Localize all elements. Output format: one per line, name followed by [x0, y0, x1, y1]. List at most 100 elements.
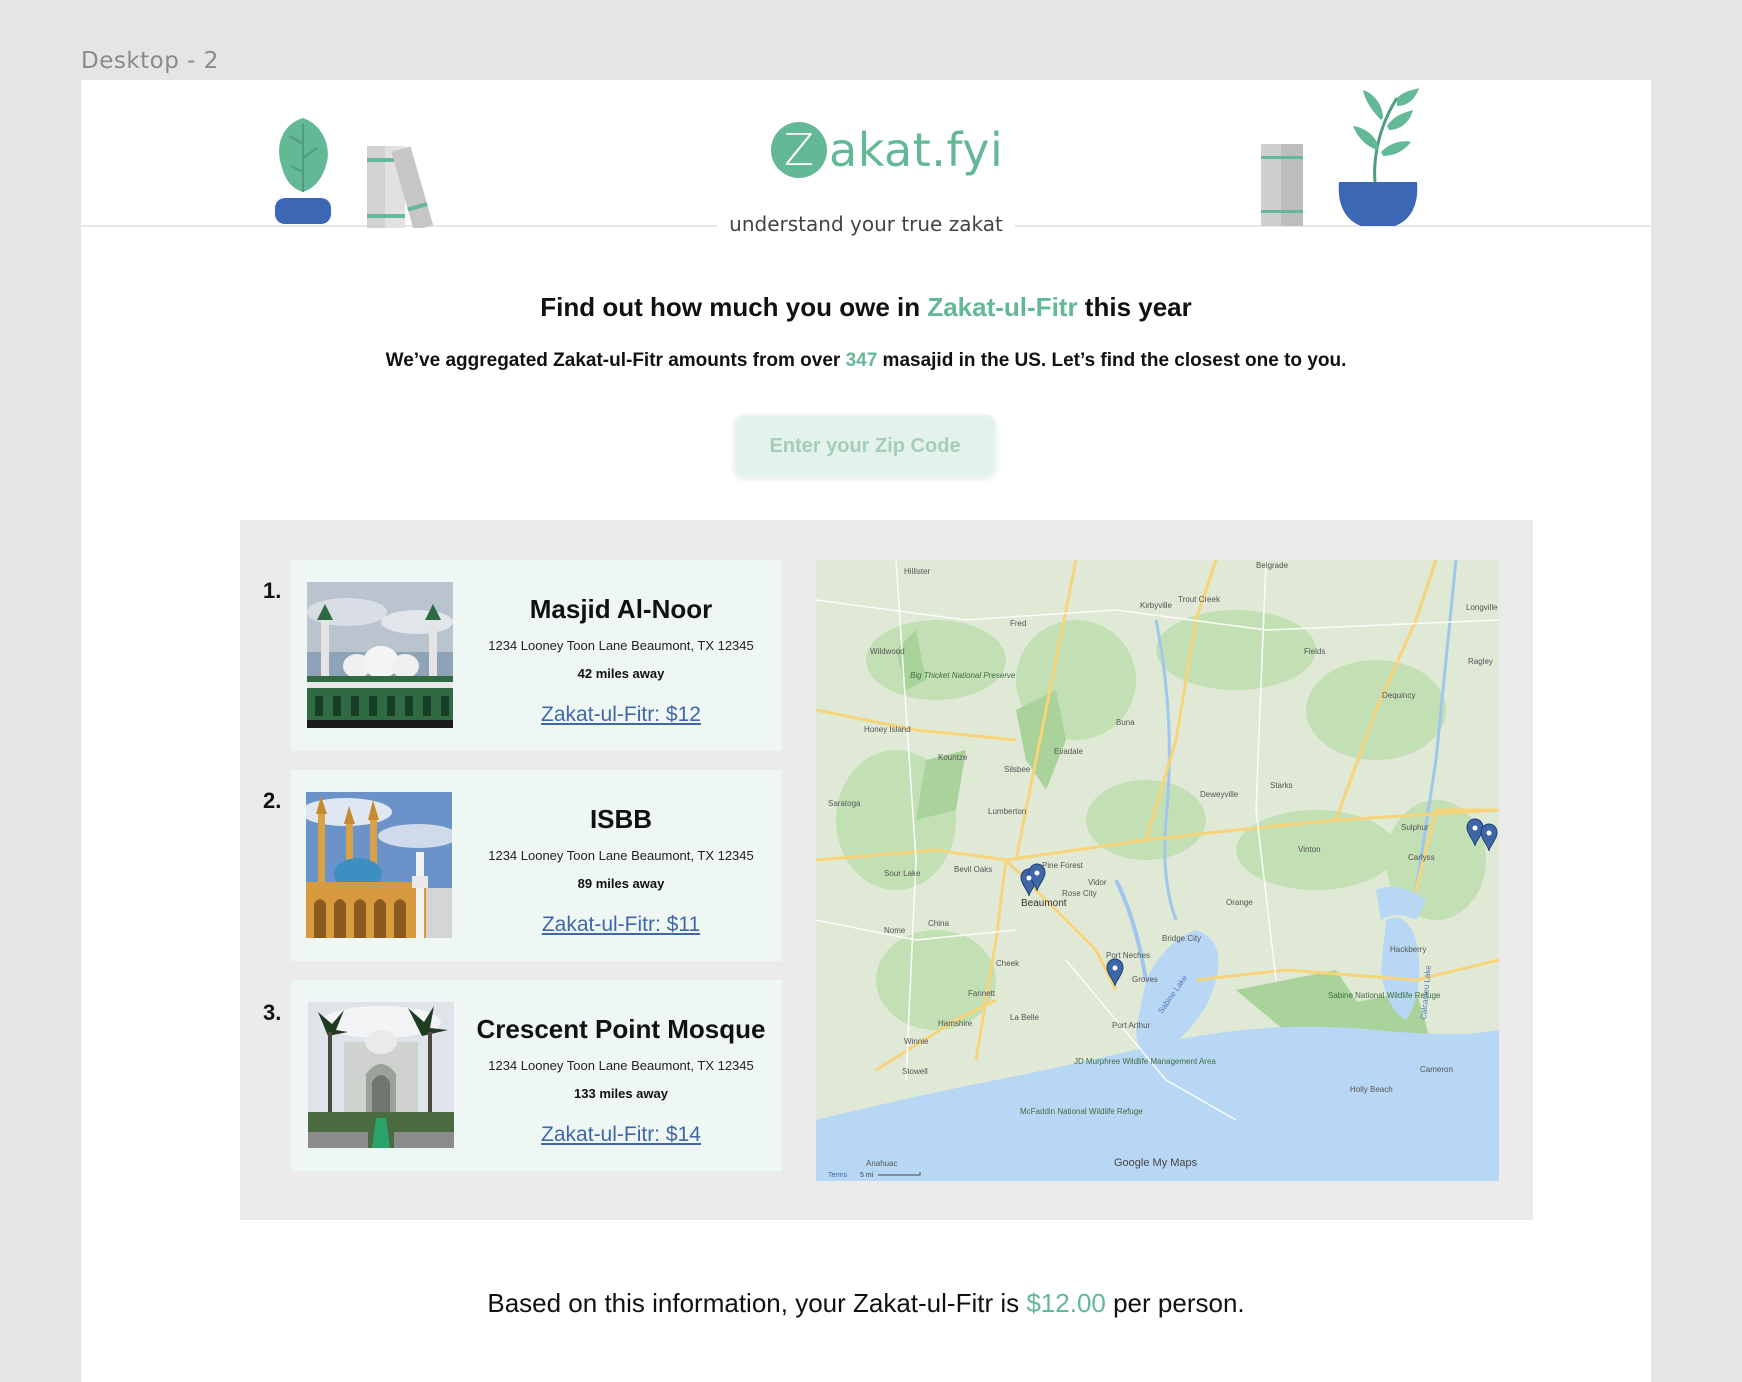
mosque-photo — [307, 582, 453, 728]
map-label: Hamshire — [938, 1019, 973, 1028]
map-label: Cheek — [996, 959, 1020, 968]
map-label: Deweyville — [1200, 790, 1239, 799]
mosque-name: ISBB — [589, 804, 653, 834]
summary-amount: $12.00 — [1026, 1288, 1106, 1318]
map-label: Starks — [1270, 781, 1293, 790]
mosque-distance: 133 miles away — [574, 1086, 668, 1101]
map-label: Groves — [1132, 975, 1158, 984]
mosque-photo — [308, 1002, 454, 1148]
map-label: Kirbyville — [1140, 601, 1173, 610]
page-frame: Z akat.fyi understand your true zakat Fi… — [81, 80, 1651, 1382]
summary-suffix: per person. — [1105, 1288, 1245, 1318]
map-label: Hillister — [904, 567, 931, 576]
subtitle-suffix: masajid in the US. Let’s find the closes… — [877, 350, 1347, 371]
map-label: Bevil Oaks — [954, 865, 992, 874]
result-rank: 1. — [263, 578, 282, 603]
result-info: ISBB 1234 Looney Toon Lane Beaumont, TX … — [466, 770, 776, 961]
map-scale: 5 mi — [860, 1172, 874, 1179]
logo-wordmark: akat.fyi — [829, 123, 1004, 177]
masjid-map[interactable]: Beaumont Port Arthur Orange Vidor Bridge… — [816, 560, 1499, 1181]
map-label: Lumberton — [988, 807, 1026, 816]
tagline: understand your true zakat — [717, 212, 1015, 236]
masjid-count: 347 — [845, 350, 878, 371]
mosque-address: 1234 Looney Toon Lane Beaumont, TX 12345 — [488, 638, 754, 653]
map-label: La Belle — [1010, 1013, 1039, 1022]
frame-label: Desktop - 2 — [81, 48, 219, 74]
map-label: Beaumont — [1021, 898, 1067, 909]
mosque-name: Crescent Point Mosque — [476, 1014, 766, 1044]
result-info: Crescent Point Mosque 1234 Looney Toon L… — [466, 980, 776, 1171]
zakat-amount-link[interactable]: Zakat-ul-Fitr: $14 — [466, 1123, 776, 1147]
map-label: Fields — [1304, 647, 1325, 656]
summary-prefix: Based on this information, your Zakat-ul… — [487, 1288, 1027, 1318]
map-label: Fred — [1010, 619, 1026, 628]
map-label: Wildwood — [870, 647, 905, 656]
mosque-address: 1234 Looney Toon Lane Beaumont, TX 12345 — [488, 848, 754, 863]
logo[interactable]: Z akat.fyi — [771, 120, 1003, 180]
map-label: Rose City — [1062, 889, 1097, 898]
map-label: Trout Creek — [1178, 595, 1221, 604]
map-label: Hackberry — [1390, 945, 1426, 954]
result-card[interactable]: ISBB 1234 Looney Toon Lane Beaumont, TX … — [291, 770, 782, 961]
map-label: China — [928, 919, 949, 928]
map-label: Anahuac — [866, 1159, 898, 1168]
map-label: Pine Forest — [1042, 861, 1084, 870]
plant-illustration-right — [1338, 88, 1419, 226]
result-card[interactable]: Masjid Al-Noor 1234 Looney Toon Lane Bea… — [291, 560, 782, 751]
map-label: Honey Island — [864, 725, 911, 734]
map-label: Big Thicket National Preserve — [910, 671, 1016, 680]
logo-mark: Z — [771, 122, 827, 178]
map-label: Bridge City — [1162, 934, 1201, 943]
map-label: Dequincy — [1382, 691, 1415, 700]
headline-accent: Zakat-ul-Fitr — [927, 292, 1078, 322]
map-label: JD Murphree Wildlife Management Area — [1074, 1057, 1216, 1066]
map-label: Carlyss — [1408, 853, 1435, 862]
site-header: Z akat.fyi understand your true zakat — [81, 80, 1651, 250]
zakat-amount-link[interactable]: Zakat-ul-Fitr: $12 — [466, 703, 776, 727]
map-label: Vinton — [1298, 845, 1321, 854]
map-label: Buna — [1116, 718, 1135, 727]
books-illustration-right — [1261, 144, 1303, 226]
map-label: Cameron — [1420, 1065, 1453, 1074]
map-terms-link: Terms — [828, 1172, 848, 1179]
mosque-photo — [306, 792, 452, 938]
map-label: Belgrade — [1256, 561, 1289, 570]
mosque-name: Masjid Al-Noor — [529, 594, 713, 624]
map-label: Sour Lake — [884, 869, 921, 878]
map-label: Saratoga — [828, 799, 861, 808]
map-label: Winnie — [904, 1037, 929, 1046]
map-label: Vidor — [1088, 878, 1107, 887]
map-label: Holly Beach — [1350, 1085, 1393, 1094]
map-label: Port Neches — [1106, 951, 1150, 960]
map-label: Stowell — [902, 1067, 928, 1076]
map-label: Silsbee — [1004, 765, 1031, 774]
map-label: Nome — [884, 926, 906, 935]
map-label: Longville — [1466, 603, 1498, 612]
mosque-address: 1234 Looney Toon Lane Beaumont, TX 12345 — [488, 1058, 754, 1073]
zip-code-input[interactable] — [733, 414, 997, 478]
zakat-amount-link[interactable]: Zakat-ul-Fitr: $11 — [466, 913, 776, 937]
zakat-summary: Based on this information, your Zakat-ul… — [81, 1288, 1651, 1319]
map-label: McFaddin National Wildlife Refuge — [1020, 1107, 1143, 1116]
subtitle-prefix: We’ve aggregated Zakat-ul-Fitr amounts f… — [385, 350, 846, 371]
page-title: Find out how much you owe in Zakat-ul-Fi… — [81, 292, 1651, 323]
headline-suffix: this year — [1077, 292, 1192, 322]
headline-prefix: Find out how much you owe in — [540, 292, 928, 322]
google-my-maps-attribution: Google My Maps — [1114, 1157, 1198, 1169]
result-rank: 2. — [263, 788, 282, 813]
result-info: Masjid Al-Noor 1234 Looney Toon Lane Bea… — [466, 560, 776, 751]
map-label: Sulphur — [1401, 823, 1429, 832]
plant-illustration-left — [275, 118, 331, 224]
map-label: Fannett — [968, 989, 996, 998]
results-panel: 1. Masjid Al-Noor 1234 Looney Toon Lane … — [240, 520, 1533, 1220]
map-label: Port Arthur — [1112, 1021, 1151, 1030]
map-label: Orange — [1226, 898, 1253, 907]
mosque-distance: 42 miles away — [577, 666, 665, 681]
map-label: Evadale — [1054, 747, 1083, 756]
mosque-distance: 89 miles away — [577, 876, 665, 891]
map-label: Ragley — [1468, 657, 1493, 666]
result-rank: 3. — [263, 1000, 282, 1025]
page-subtitle: We’ve aggregated Zakat-ul-Fitr amounts f… — [81, 350, 1651, 372]
map-label: Kountze — [938, 753, 968, 762]
result-card[interactable]: Crescent Point Mosque 1234 Looney Toon L… — [291, 980, 782, 1171]
